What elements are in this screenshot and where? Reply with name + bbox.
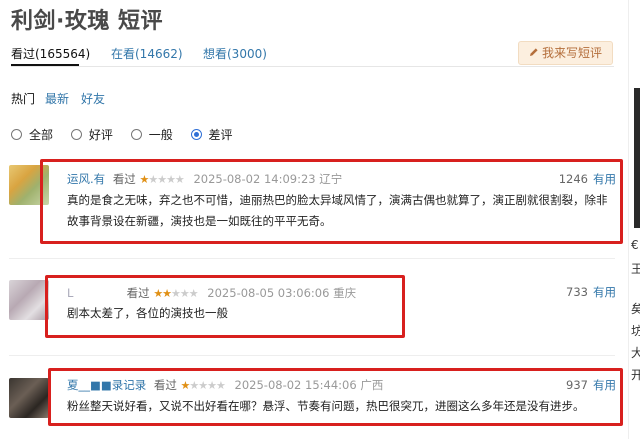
vote-count: 1246 bbox=[558, 172, 588, 186]
review-time: 2025-08-02 15:44:06 bbox=[234, 378, 357, 392]
write-review-label: 我来写短评 bbox=[541, 46, 602, 60]
review-votes: 937 有用 bbox=[540, 377, 616, 393]
review-username[interactable]: L bbox=[67, 286, 123, 300]
review-time: 2025-08-02 14:09:23 bbox=[193, 172, 316, 186]
review-username[interactable]: 运风.有 bbox=[67, 172, 105, 186]
avatar[interactable] bbox=[9, 378, 49, 418]
sidebar-text: 坊 bbox=[631, 324, 640, 338]
sidebar-text: € bbox=[631, 238, 639, 252]
vote-count: 937 bbox=[566, 378, 588, 392]
review-location: 重庆 bbox=[333, 286, 357, 300]
review-location: 广西 bbox=[360, 378, 384, 392]
divider bbox=[9, 258, 615, 259]
review-location: 辽宁 bbox=[319, 172, 343, 186]
review-content: 粉丝整天说好看，又说不出好看在哪？悬浮、节奏有问题，热巴很突兀，进圈这么多年还是… bbox=[67, 399, 585, 413]
rating-filter: 全部 好评 一般 差评 bbox=[11, 126, 247, 142]
tab-watching[interactable]: 在看(14662) bbox=[111, 45, 183, 62]
filter-positive[interactable]: 好评 bbox=[70, 126, 113, 143]
avatar[interactable] bbox=[9, 280, 49, 320]
write-review-button[interactable]: 我来写短评 bbox=[518, 41, 613, 65]
review-time: 2025-08-05 03:06:06 bbox=[207, 286, 330, 300]
sort-latest[interactable]: 最新 bbox=[45, 90, 69, 107]
useful-button[interactable]: 有用 bbox=[593, 172, 616, 186]
vote-count: 733 bbox=[566, 285, 588, 299]
sidebar-image[interactable] bbox=[634, 88, 640, 228]
sidebar-text: 大 bbox=[631, 346, 640, 360]
radio-icon bbox=[130, 129, 142, 140]
review-meta: 运风.有 看过 ★★★★★ 2025-08-02 14:09:23 辽宁 bbox=[67, 171, 342, 187]
sort-friends[interactable]: 好友 bbox=[81, 90, 105, 107]
sort-hot[interactable]: 热门 bbox=[11, 90, 35, 107]
sidebar-text: 矣 bbox=[631, 302, 640, 316]
rating-stars: ★★★★★ bbox=[153, 287, 198, 300]
rating-stars: ★★★★★ bbox=[180, 379, 226, 392]
review-status: 看过 bbox=[126, 286, 150, 300]
radio-selected-icon bbox=[190, 129, 202, 140]
page-title: 利剑·玫瑰 短评 bbox=[11, 9, 164, 34]
tabs-divider bbox=[11, 66, 614, 67]
review-meta: L 看过 ★★★★★ 2025-08-05 03:06:06 重庆 bbox=[67, 285, 356, 301]
radio-icon bbox=[70, 129, 82, 140]
filter-label: 差评 bbox=[208, 128, 233, 142]
review-status: 看过 bbox=[153, 378, 177, 392]
review-votes: 733 有用 bbox=[540, 284, 616, 300]
useful-button[interactable]: 有用 bbox=[593, 378, 616, 392]
filter-neutral[interactable]: 一般 bbox=[130, 126, 173, 143]
filter-label: 全部 bbox=[29, 128, 54, 142]
review-content: 剧本太差了，各位的演技也一般 bbox=[67, 306, 228, 320]
useful-button[interactable]: 有用 bbox=[593, 285, 616, 299]
tab-watched[interactable]: 看过(165564) bbox=[11, 45, 90, 62]
divider bbox=[9, 355, 615, 356]
tab-want[interactable]: 想看(3000) bbox=[203, 45, 267, 62]
filter-all[interactable]: 全部 bbox=[11, 126, 53, 143]
filter-label: 好评 bbox=[88, 128, 113, 142]
filter-negative[interactable]: 差评 bbox=[190, 126, 233, 143]
rating-stars: ★★★★★ bbox=[139, 173, 184, 186]
sidebar-text: 开 bbox=[631, 368, 640, 382]
sidebar-text: 王 bbox=[631, 262, 640, 276]
radio-icon bbox=[11, 129, 22, 140]
filter-label: 一般 bbox=[148, 128, 173, 142]
review-status: 看过 bbox=[112, 172, 136, 186]
review-username[interactable]: 夏__■■录记录 bbox=[67, 378, 146, 392]
review-meta: 夏__■■录记录 看过 ★★★★★ 2025-08-02 15:44:06 广西 bbox=[67, 377, 383, 393]
pencil-icon bbox=[529, 42, 539, 64]
review-votes: 1246 有用 bbox=[540, 171, 616, 187]
review-content: 真的是食之无味，弃之也不可惜，迪丽热巴的脸太异域风情了，演满古偶也就算了，演正剧… bbox=[67, 193, 608, 228]
